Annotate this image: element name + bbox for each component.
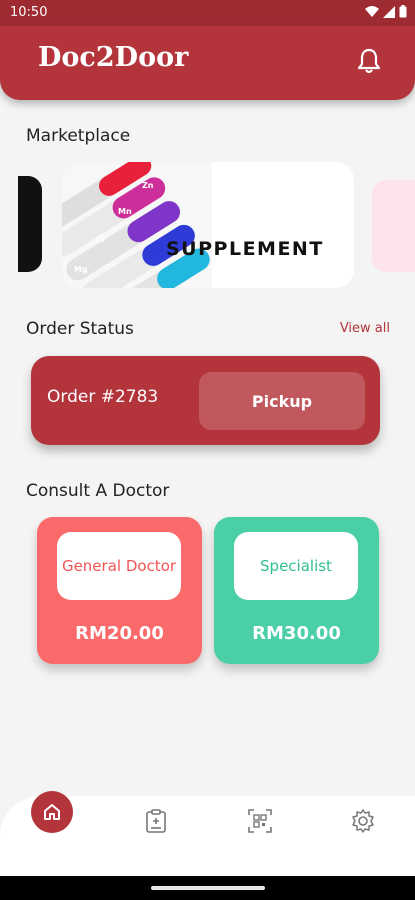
status-time: 10:50 bbox=[10, 5, 48, 20]
specialist-label: Specialist bbox=[234, 532, 358, 600]
home-gesture-bar[interactable] bbox=[151, 886, 265, 890]
nav-home-button[interactable] bbox=[31, 791, 73, 833]
system-icons bbox=[365, 5, 407, 18]
notification-bell-icon[interactable] bbox=[357, 48, 381, 74]
specialist-price: RM30.00 bbox=[252, 623, 341, 644]
wifi-icon bbox=[365, 5, 379, 17]
app-bar: Doc2Door bbox=[0, 26, 415, 100]
status-bar: 10:50 bbox=[0, 0, 415, 26]
capsule-label: Cr bbox=[96, 235, 106, 244]
marketplace-title: Marketplace bbox=[26, 126, 131, 146]
order-id: Order #2783 bbox=[47, 387, 159, 407]
marketplace-card-prev[interactable] bbox=[18, 176, 42, 272]
specialist-card[interactable]: Specialist RM30.00 bbox=[214, 517, 379, 664]
order-card[interactable]: Order #2783 Pickup bbox=[31, 356, 380, 445]
view-all-link[interactable]: View all bbox=[340, 321, 390, 336]
qr-scan-icon[interactable] bbox=[247, 808, 273, 834]
banner-text: SUPPLEMENT bbox=[166, 238, 324, 260]
signal-icon bbox=[383, 5, 395, 18]
capsule-label: Mg bbox=[74, 265, 88, 274]
clipboard-icon[interactable] bbox=[143, 808, 169, 834]
general-doctor-card[interactable]: General Doctor RM20.00 bbox=[37, 517, 202, 664]
home-icon bbox=[44, 804, 60, 820]
capsule-label: Zn bbox=[142, 181, 154, 190]
pickup-button[interactable]: Pickup bbox=[199, 372, 365, 430]
marketplace-card-supplement[interactable]: Zn Mn Cr Mg SUPPLEMENT bbox=[62, 162, 354, 288]
general-doctor-price: RM20.00 bbox=[75, 623, 164, 644]
capsule-label: Mn bbox=[118, 207, 132, 216]
order-status-title: Order Status bbox=[26, 319, 134, 339]
system-nav-bar bbox=[0, 876, 415, 900]
app-title: Doc2Door bbox=[38, 42, 189, 73]
consult-doctor-title: Consult A Doctor bbox=[26, 481, 170, 501]
gear-icon[interactable] bbox=[350, 808, 376, 834]
battery-icon bbox=[399, 5, 407, 18]
general-doctor-label: General Doctor bbox=[57, 532, 181, 600]
marketplace-carousel[interactable]: Zn Mn Cr Mg SUPPLEMENT bbox=[0, 162, 415, 288]
marketplace-card-next[interactable] bbox=[372, 180, 415, 272]
supplement-capsules-image: Zn Mn Cr Mg bbox=[62, 162, 212, 288]
